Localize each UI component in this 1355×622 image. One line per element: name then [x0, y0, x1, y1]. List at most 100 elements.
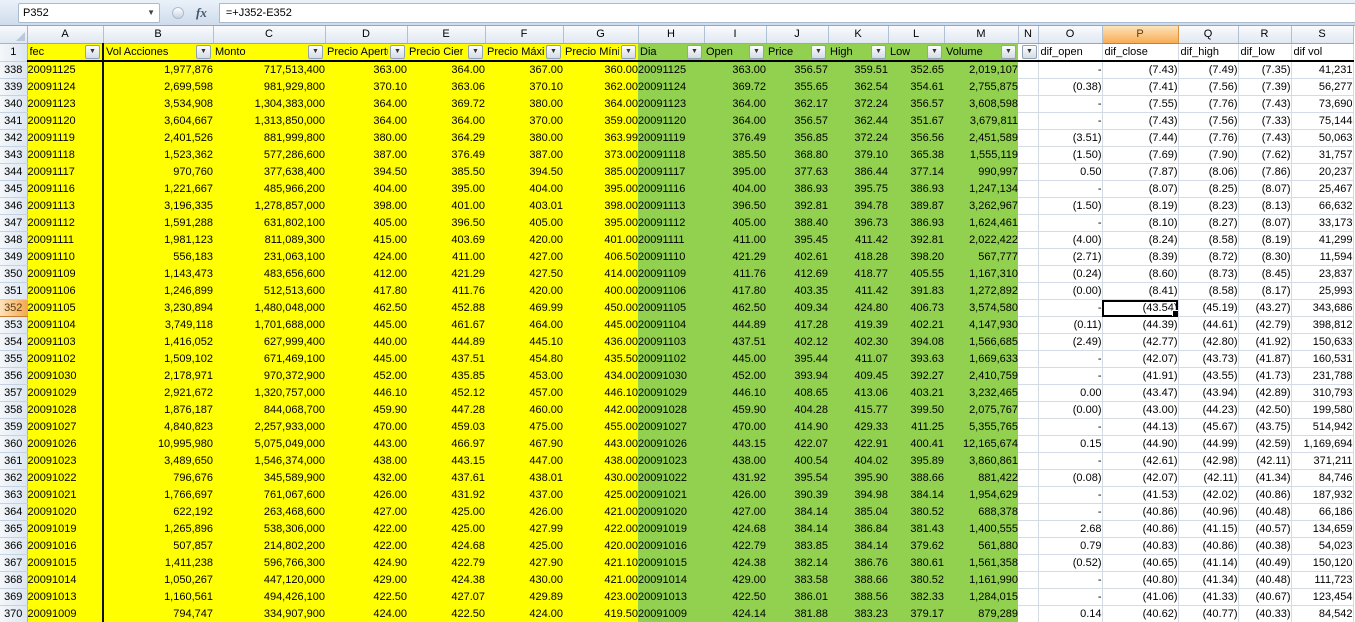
cell-B358[interactable]: 1,876,187: [103, 401, 213, 419]
cell-L344[interactable]: 377.14: [888, 163, 944, 181]
cell-H343[interactable]: 20091118: [638, 146, 704, 164]
cell-D353[interactable]: 445.00: [325, 316, 407, 334]
cell-A360[interactable]: 20091026: [27, 435, 104, 453]
cell-O367[interactable]: (0.52): [1038, 554, 1103, 572]
cell-A354[interactable]: 20091103: [27, 333, 104, 351]
cell-H338[interactable]: 20091125: [638, 61, 704, 79]
cell-A367[interactable]: 20091015: [27, 554, 104, 572]
cell-K365[interactable]: 386.84: [828, 520, 888, 538]
cell-Q367[interactable]: (41.14): [1178, 554, 1239, 572]
cell-S358[interactable]: 199,580: [1291, 401, 1354, 419]
cell-H370[interactable]: 20091009: [638, 605, 704, 622]
cell-H340[interactable]: 20091123: [638, 95, 704, 113]
cell-P350[interactable]: (8.60): [1102, 265, 1179, 283]
cell-K359[interactable]: 429.33: [828, 418, 888, 436]
row-header-341[interactable]: 341: [0, 112, 28, 130]
cell-G349[interactable]: 406.50: [563, 248, 638, 266]
cell-F360[interactable]: 467.90: [485, 435, 563, 453]
cell-E340[interactable]: 369.72: [407, 95, 485, 113]
cell-P368[interactable]: (40.80): [1102, 571, 1179, 589]
cell-A352[interactable]: 20091105: [27, 299, 104, 317]
cell-P366[interactable]: (40.83): [1102, 537, 1179, 555]
cell-G356[interactable]: 434.00: [563, 367, 638, 385]
cell-S352[interactable]: 343,686: [1291, 299, 1354, 317]
row-header-343[interactable]: 343: [0, 146, 28, 164]
cell-D363[interactable]: 426.00: [325, 486, 407, 504]
cell-Q360[interactable]: (44.99): [1178, 435, 1239, 453]
cell-L360[interactable]: 400.41: [888, 435, 944, 453]
cell-L366[interactable]: 379.62: [888, 537, 944, 555]
cell-K339[interactable]: 362.54: [828, 78, 888, 96]
row-header-364[interactable]: 364: [0, 503, 28, 521]
filter-dropdown-icon[interactable]: ▼: [749, 45, 764, 59]
cell-D357[interactable]: 446.10: [325, 384, 407, 402]
cell-E358[interactable]: 447.28: [407, 401, 485, 419]
cell-J353[interactable]: 417.28: [766, 316, 828, 334]
insert-function-icon[interactable]: fx: [196, 5, 207, 21]
cell-O351[interactable]: (0.00): [1038, 282, 1103, 300]
cell-E350[interactable]: 421.29: [407, 265, 485, 283]
cell-S368[interactable]: 111,723: [1291, 571, 1354, 589]
column-header-B[interactable]: B: [103, 26, 214, 44]
cell-E347[interactable]: 396.50: [407, 214, 485, 232]
cell-K370[interactable]: 383.23: [828, 605, 888, 622]
cell-D350[interactable]: 412.00: [325, 265, 407, 283]
cell-P357[interactable]: (43.47): [1102, 384, 1179, 402]
row-header-352[interactable]: 352: [0, 299, 28, 317]
cell-N367[interactable]: [1018, 554, 1039, 572]
cell-G370[interactable]: 419.50: [563, 605, 638, 622]
cell-C358[interactable]: 844,068,700: [213, 401, 325, 419]
cell-A359[interactable]: 20091027: [27, 418, 104, 436]
cell-P365[interactable]: (40.86): [1102, 520, 1179, 538]
cell-I342[interactable]: 376.49: [704, 129, 766, 147]
cell-H354[interactable]: 20091103: [638, 333, 704, 351]
cell-G345[interactable]: 395.00: [563, 180, 638, 198]
cell-E364[interactable]: 425.00: [407, 503, 485, 521]
cell-C349[interactable]: 231,063,100: [213, 248, 325, 266]
cell-M358[interactable]: 2,075,767: [944, 401, 1018, 419]
cell-J343[interactable]: 368.80: [766, 146, 828, 164]
cell-K344[interactable]: 386.44: [828, 163, 888, 181]
cell-S365[interactable]: 134,659: [1291, 520, 1354, 538]
cell-J366[interactable]: 383.85: [766, 537, 828, 555]
cell-S361[interactable]: 371,211: [1291, 452, 1354, 470]
cell-O347[interactable]: -: [1038, 214, 1103, 232]
cell-O353[interactable]: (0.11): [1038, 316, 1103, 334]
cell-I340[interactable]: 364.00: [704, 95, 766, 113]
cell-Q370[interactable]: (40.77): [1178, 605, 1239, 622]
cell-E348[interactable]: 403.69: [407, 231, 485, 249]
cell-P342[interactable]: (7.44): [1102, 129, 1179, 147]
cell-G357[interactable]: 446.10: [563, 384, 638, 402]
row-header-354[interactable]: 354: [0, 333, 28, 351]
cell-J363[interactable]: 390.39: [766, 486, 828, 504]
cell-P348[interactable]: (8.24): [1102, 231, 1179, 249]
cell-F368[interactable]: 430.00: [485, 571, 563, 589]
cell-I356[interactable]: 452.00: [704, 367, 766, 385]
cell-D370[interactable]: 424.00: [325, 605, 407, 622]
cell-S367[interactable]: 150,120: [1291, 554, 1354, 572]
cell-O365[interactable]: 2.68: [1038, 520, 1103, 538]
cell-Q352[interactable]: (45.19): [1178, 299, 1239, 317]
cell-D359[interactable]: 470.00: [325, 418, 407, 436]
cell-D352[interactable]: 462.50: [325, 299, 407, 317]
cell-R345[interactable]: (8.07): [1238, 180, 1292, 198]
cell-F352[interactable]: 469.99: [485, 299, 563, 317]
cell-K346[interactable]: 394.78: [828, 197, 888, 215]
cell-L347[interactable]: 386.93: [888, 214, 944, 232]
cell-B365[interactable]: 1,265,896: [103, 520, 213, 538]
cell-I345[interactable]: 404.00: [704, 180, 766, 198]
cell-G351[interactable]: 400.00: [563, 282, 638, 300]
row-header-1[interactable]: 1: [0, 43, 28, 62]
cell-E362[interactable]: 437.61: [407, 469, 485, 487]
cell-K357[interactable]: 413.06: [828, 384, 888, 402]
cell-P367[interactable]: (40.65): [1102, 554, 1179, 572]
cell-G347[interactable]: 395.00: [563, 214, 638, 232]
cell-Q339[interactable]: (7.56): [1178, 78, 1239, 96]
cell-N370[interactable]: [1018, 605, 1039, 622]
cell-P362[interactable]: (42.07): [1102, 469, 1179, 487]
cell-Q345[interactable]: (8.25): [1178, 180, 1239, 198]
cell-J341[interactable]: 356.57: [766, 112, 828, 130]
cell-C359[interactable]: 2,257,933,000: [213, 418, 325, 436]
cell-N363[interactable]: [1018, 486, 1039, 504]
cell-D367[interactable]: 424.90: [325, 554, 407, 572]
